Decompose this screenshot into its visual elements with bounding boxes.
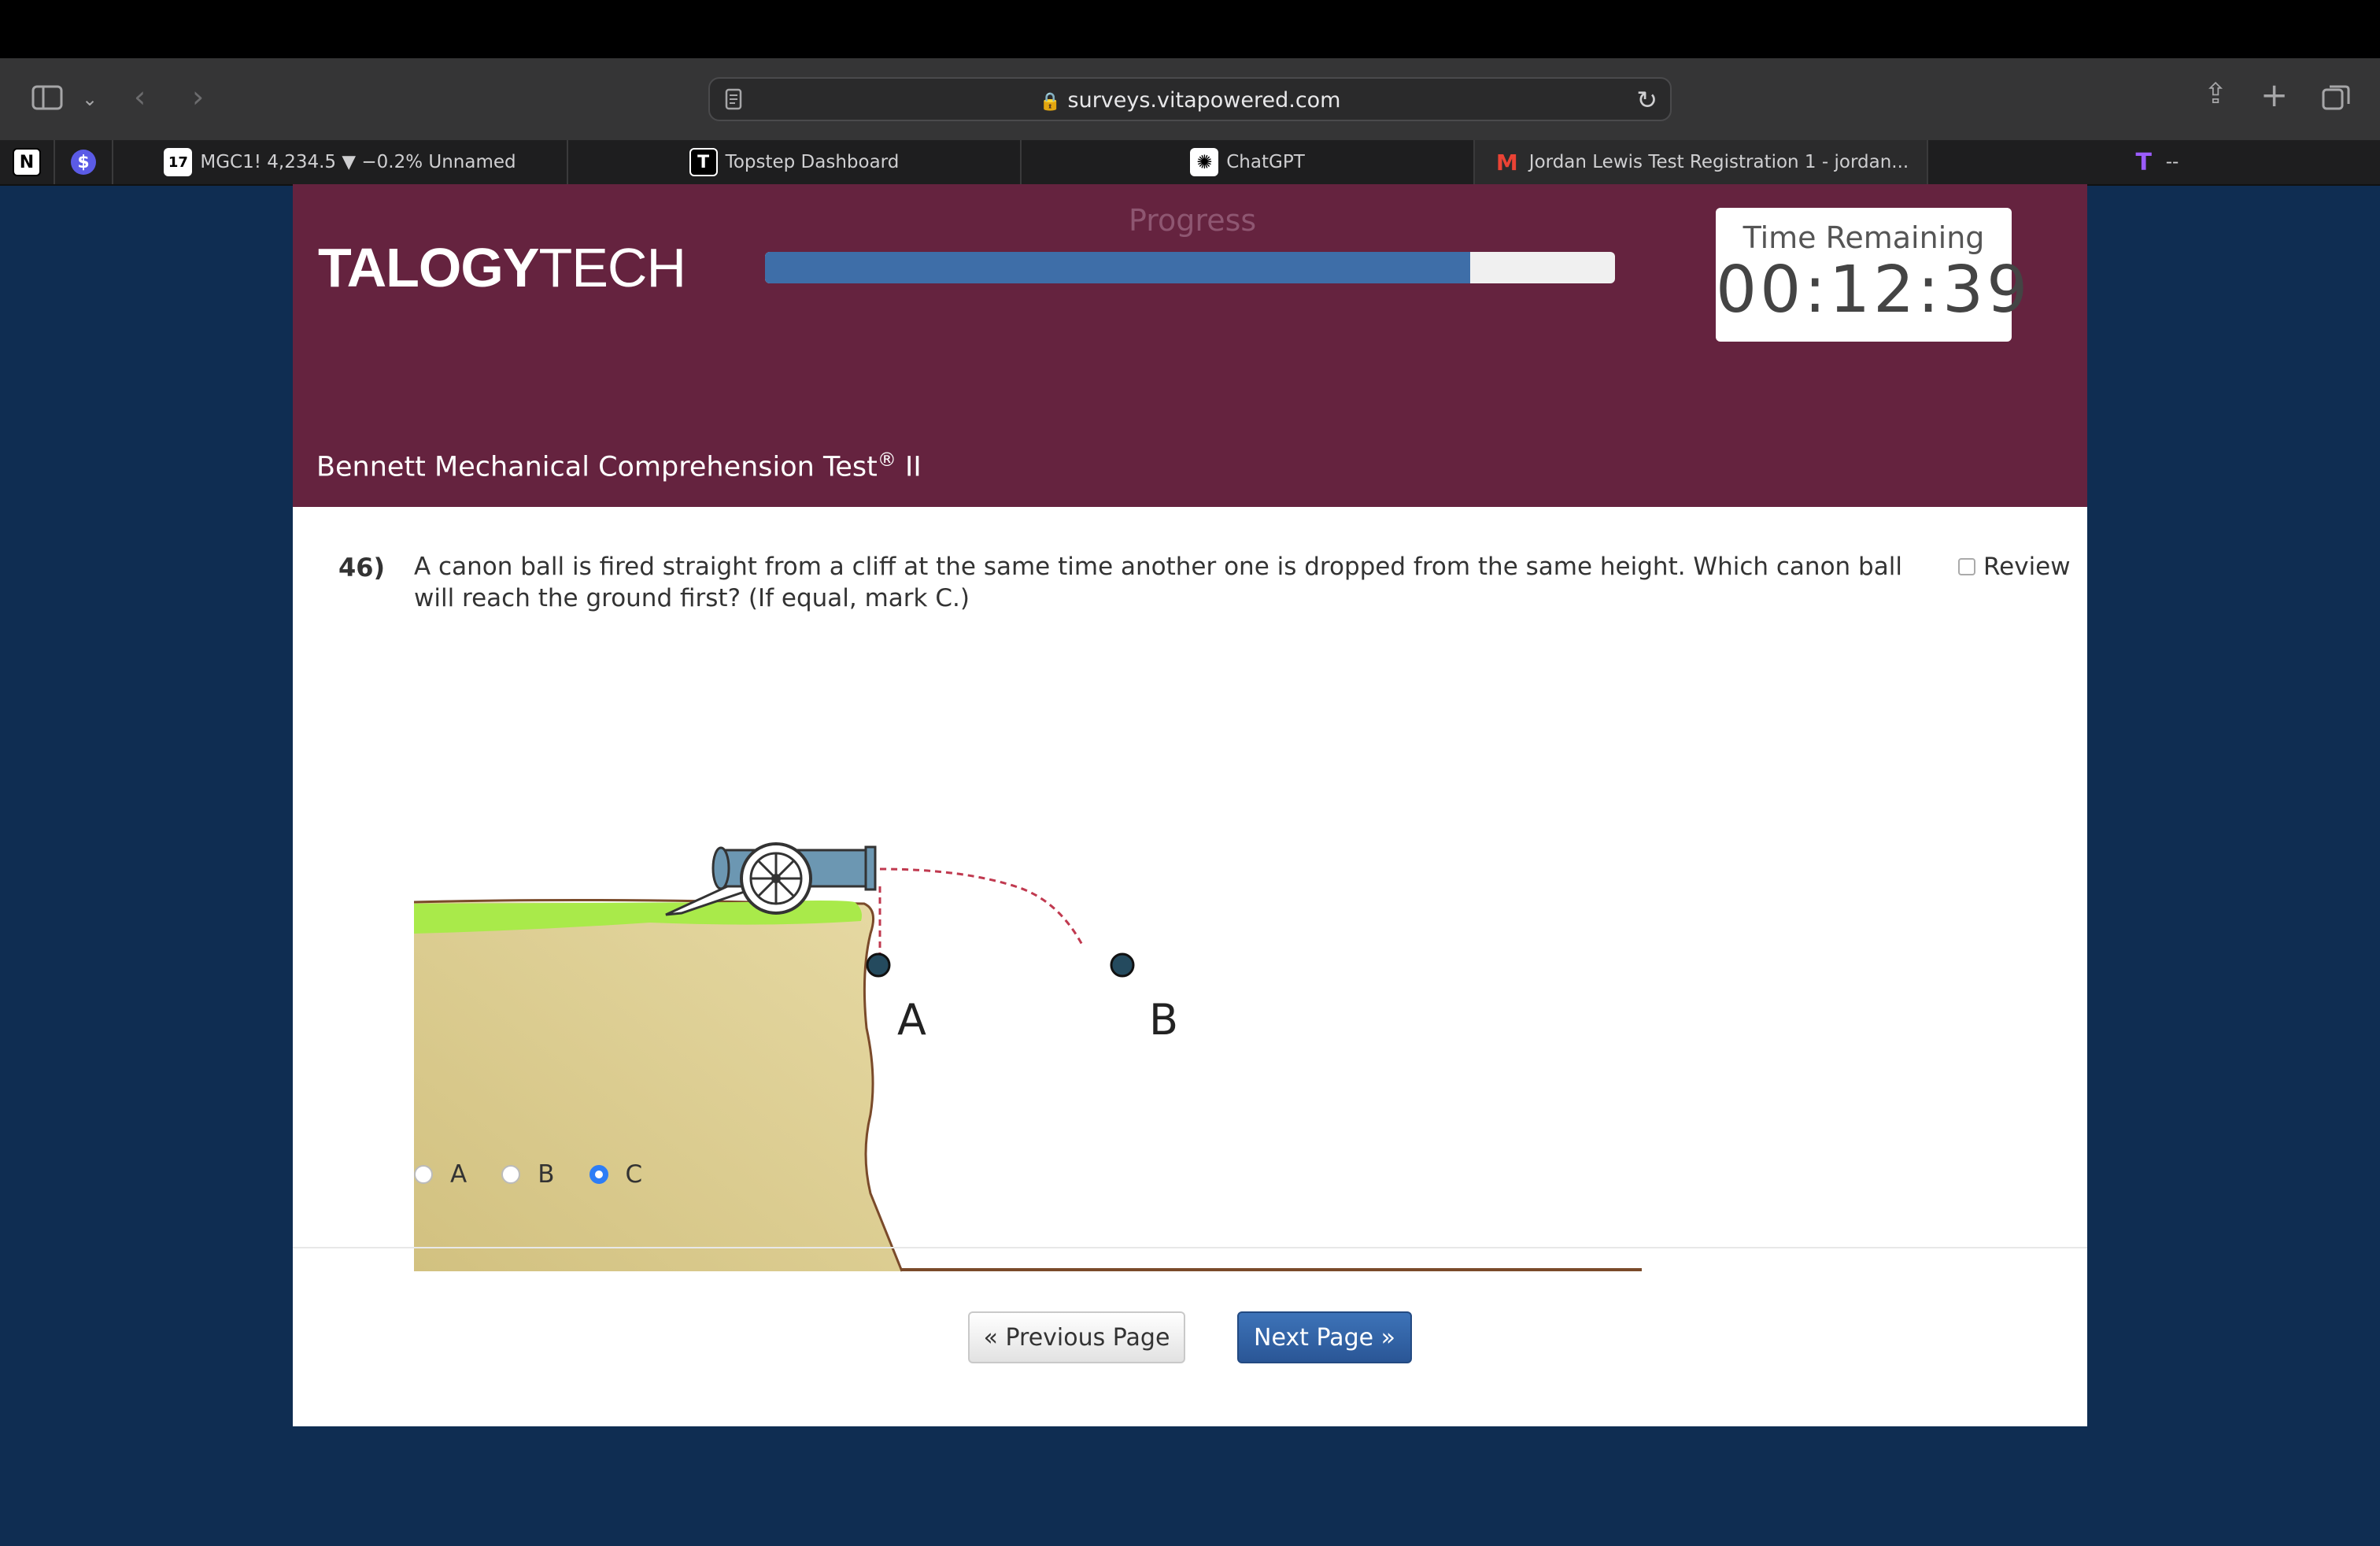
forward-icon[interactable]: › (192, 82, 204, 112)
timer-label: Time Remaining (1743, 220, 1985, 255)
answer-option-c[interactable]: C (589, 1160, 643, 1189)
reload-icon[interactable]: ↻ (1636, 85, 1658, 115)
question-text: A canon ball is fired straight from a cl… (414, 553, 1902, 612)
test-title: Bennett Mechanical Comprehension Test® I… (316, 449, 922, 483)
survey-card: TALOGYTECH Progress Time Remaining 00:12… (293, 184, 2087, 1426)
tab-chatgpt[interactable]: ✺ ChatGPT (1022, 140, 1475, 184)
tab-bar: N $ 17 MGC1! 4,234.5 ▼ −0.2% Unnamed T T… (0, 140, 2380, 186)
talogy-logo: TALOGYTECH (318, 236, 686, 299)
tab-topstep[interactable]: T Topstep Dashboard (568, 140, 1022, 184)
share-icon[interactable]: ⇪ (2204, 80, 2227, 109)
registered-mark: ® (877, 449, 896, 471)
tab-label: Jordan Lewis Test Registration 1 - jorda… (1528, 152, 1909, 172)
cannonball-b (1110, 952, 1135, 978)
new-tab-icon[interactable]: + (2260, 79, 2288, 112)
screen-top-bar (0, 0, 2380, 58)
sidebar-toggle-icon[interactable] (31, 85, 63, 110)
notion-icon: N (13, 148, 41, 176)
test-title-text: Bennett Mechanical Comprehension Test (316, 451, 878, 483)
progress-bar (765, 252, 1615, 283)
browser-toolbar: ⌄ ‹ › 🔒 surveys.vitapowered.com ↻ ⇪ + (0, 58, 2380, 140)
timer-box: Time Remaining 00:12:39 (1716, 208, 2031, 342)
lock-icon: 🔒 (1039, 92, 1061, 112)
radio-button[interactable] (414, 1165, 433, 1184)
cliff (414, 899, 904, 1272)
next-page-button[interactable]: Next Page » (1237, 1311, 1412, 1363)
answer-option-label: B (538, 1160, 555, 1189)
figure-label-a: A (897, 995, 926, 1045)
chatgpt-icon: ✺ (1190, 148, 1219, 176)
chevron-down-icon[interactable]: ⌄ (82, 90, 98, 109)
gmail-icon: M (1495, 149, 1518, 176)
tab-t[interactable]: T -- (1928, 140, 2380, 184)
tab-label: Topstep Dashboard (725, 152, 900, 172)
tab-tradingview[interactable]: 17 MGC1! 4,234.5 ▼ −0.2% Unnamed (113, 140, 568, 184)
pinned-tab-notion[interactable]: N (0, 140, 55, 184)
cannonball-a (866, 952, 891, 978)
address-bar[interactable]: 🔒 surveys.vitapowered.com ↻ (708, 77, 1672, 121)
t-icon: T (2135, 148, 2152, 176)
review-checkbox[interactable] (1958, 558, 1975, 575)
topstep-icon: T (689, 148, 718, 176)
logo-bold: TALOGY (318, 237, 539, 298)
progress-label: Progress (1129, 203, 1257, 238)
radio-button[interactable] (589, 1165, 608, 1184)
timer-value: 00:12:39 (1716, 253, 2031, 327)
answer-options: A B C (414, 1160, 642, 1189)
question-number: 46) (338, 553, 386, 583)
answer-option-a[interactable]: A (414, 1160, 467, 1189)
tab-overview-icon[interactable] (2322, 83, 2350, 112)
previous-page-button[interactable]: « Previous Page (968, 1311, 1185, 1363)
review-toggle[interactable]: Review (1958, 553, 2071, 581)
divider (293, 1247, 2087, 1248)
test-title-suffix: II (905, 451, 922, 483)
url-display: 🔒 surveys.vitapowered.com (710, 88, 1670, 113)
radio-button[interactable] (501, 1165, 521, 1184)
pinned-tab-dollar[interactable]: $ (55, 140, 113, 184)
progress-fill (765, 252, 1471, 283)
answer-option-b[interactable]: B (501, 1160, 555, 1189)
trajectories (878, 867, 1085, 959)
answer-option-label: A (450, 1160, 468, 1189)
tab-gmail[interactable]: M Jordan Lewis Test Registration 1 - jor… (1475, 140, 1928, 184)
answer-option-label: C (625, 1160, 643, 1189)
tab-label: -- (2165, 152, 2179, 172)
url-text: surveys.vitapowered.com (1067, 88, 1341, 113)
figure-label-b: B (1149, 995, 1178, 1045)
tradingview-icon: 17 (164, 148, 193, 176)
logo-light: TECH (538, 237, 686, 298)
back-icon[interactable]: ‹ (134, 82, 146, 112)
dollar-icon: $ (71, 150, 96, 175)
test-header: TALOGYTECH Progress Time Remaining 00:12… (293, 184, 2087, 507)
tab-label: MGC1! 4,234.5 ▼ −0.2% Unnamed (200, 152, 516, 172)
tab-label: ChatGPT (1226, 152, 1305, 172)
review-label: Review (1983, 553, 2071, 581)
